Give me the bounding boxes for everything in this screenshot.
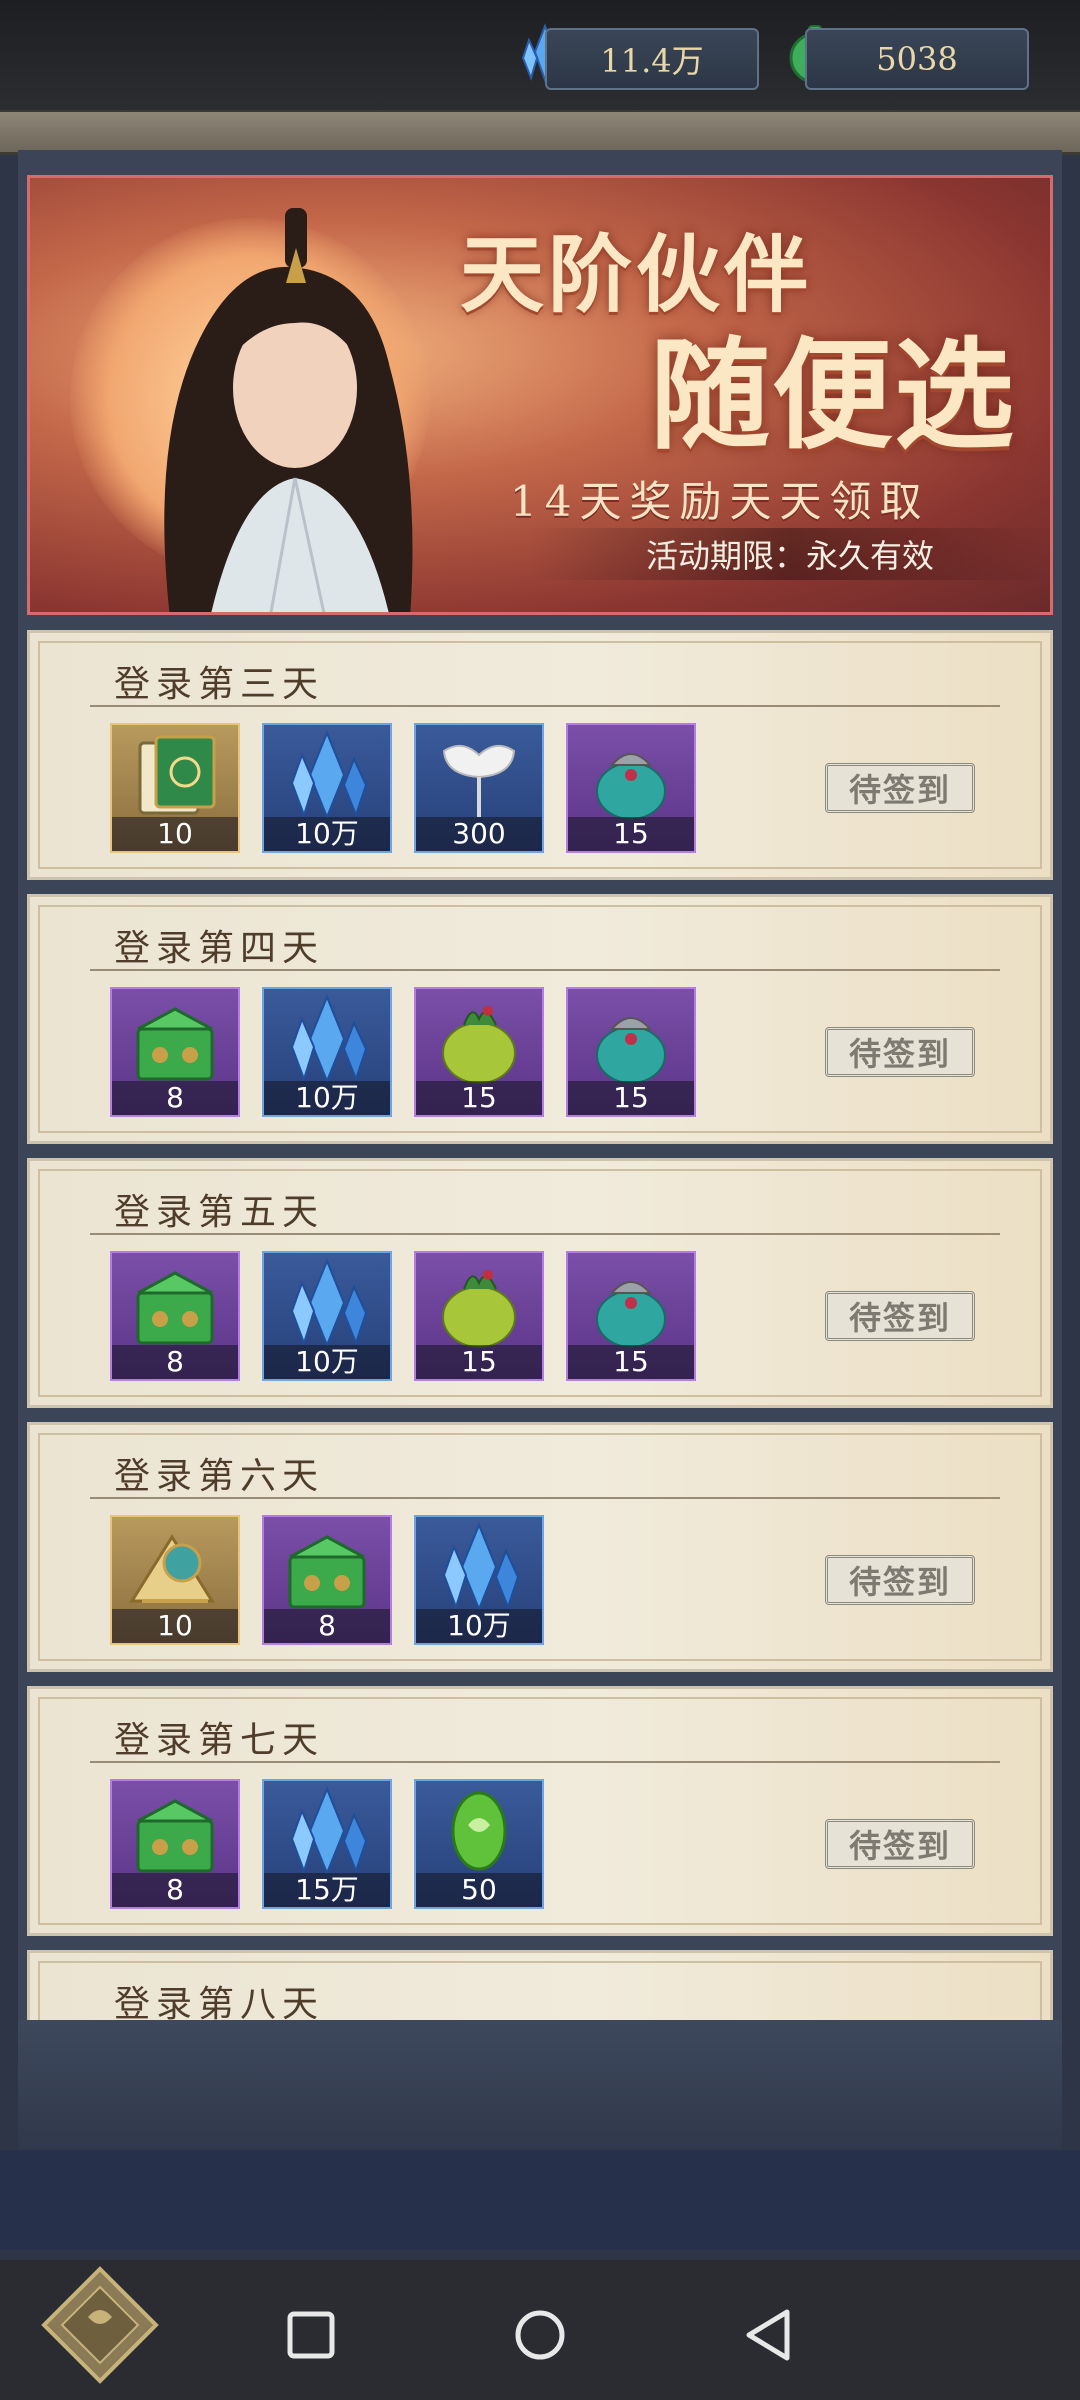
day-divider xyxy=(90,1233,1000,1235)
day-title: 登录第五天 xyxy=(114,1192,325,1233)
jade-currency-value: 5038 xyxy=(805,28,1029,90)
blue-crystal-icon xyxy=(290,1786,368,1876)
reward-item[interactable]: 10万 xyxy=(414,1515,544,1645)
square-recent-apps-icon[interactable] xyxy=(276,2300,346,2370)
reward-item[interactable]: 8 xyxy=(262,1515,392,1645)
day-card: 登录第三天 10 10万 300 15 待签到 xyxy=(27,630,1053,880)
reward-item[interactable]: 15 xyxy=(414,1251,544,1381)
reward-quantity: 15 xyxy=(568,817,694,851)
reward-quantity: 50 xyxy=(416,1873,542,1907)
circle-home-icon[interactable] xyxy=(505,2300,575,2370)
banner-title-line2: 随便选 xyxy=(650,325,1016,466)
reward-quantity: 8 xyxy=(112,1873,238,1907)
day-card: 登录第七天 8 15万 50 待签到 xyxy=(27,1686,1053,1936)
jade-book-icon xyxy=(138,735,216,815)
corner-menu-icon[interactable] xyxy=(40,2265,160,2385)
reward-item[interactable]: 50 xyxy=(414,1779,544,1909)
reward-item[interactable]: 10万 xyxy=(262,723,392,853)
triangle-back-icon[interactable] xyxy=(735,2300,805,2370)
reward-item[interactable]: 15 xyxy=(566,1251,696,1381)
reward-item[interactable]: 15 xyxy=(414,987,544,1117)
day-card: 登录第四天 8 10万 15 15 待签到 xyxy=(27,894,1053,1144)
reward-quantity: 15 xyxy=(568,1081,694,1115)
pending-sign-in-button[interactable]: 待签到 xyxy=(825,1027,975,1077)
reward-quantity: 15 xyxy=(416,1081,542,1115)
reward-quantity: 10万 xyxy=(264,817,390,851)
green-jade-egg-icon xyxy=(451,1791,507,1871)
reward-item[interactable]: 10 xyxy=(110,1515,240,1645)
green-herb-pouch-icon xyxy=(442,1006,516,1084)
day-title: 登录第六天 xyxy=(114,1456,325,1497)
list-bottom-fade xyxy=(18,2020,1062,2160)
bottom-wave-decor xyxy=(0,2150,1080,2250)
blue-crystal-icon xyxy=(290,994,368,1084)
blue-crystal-icon xyxy=(290,730,368,820)
teal-pouch-icon xyxy=(596,753,666,820)
banner-event-period: 活动期限：永久有效 xyxy=(530,528,1050,580)
top-decor-strip xyxy=(0,110,1080,155)
crystal-currency-value: 11.4万 xyxy=(545,28,759,90)
pending-sign-in-button[interactable]: 待签到 xyxy=(825,1555,975,1605)
blue-crystal-icon xyxy=(442,1522,520,1612)
day-title: 登录第七天 xyxy=(114,1720,325,1761)
day-card: 登录第六天 10 8 10万 待签到 xyxy=(27,1422,1053,1672)
daily-login-list[interactable]: 登录第三天 10 10万 300 15 待签到 登录第四天 8 10万 15 15 待签到 登录第五天 8… xyxy=(27,630,1053,2030)
reward-item[interactable]: 15 xyxy=(566,987,696,1117)
day-card: 登录第五天 8 10万 15 15 待签到 xyxy=(27,1158,1053,1408)
pending-sign-in-button[interactable]: 待签到 xyxy=(825,1819,975,1869)
reward-quantity: 15 xyxy=(568,1345,694,1379)
ginkgo-leaf-icon xyxy=(442,744,516,817)
reward-item[interactable]: 8 xyxy=(110,987,240,1117)
green-chest-icon xyxy=(136,1799,214,1873)
reward-quantity: 8 xyxy=(112,1081,238,1115)
reward-item[interactable]: 8 xyxy=(110,1779,240,1909)
hero-portrait-icon xyxy=(164,208,413,612)
green-chest-icon xyxy=(136,1007,214,1081)
blue-crystal-icon xyxy=(290,1258,368,1348)
day-title: 登录第三天 xyxy=(114,664,325,705)
green-chest-icon xyxy=(288,1535,366,1609)
reward-quantity: 10万 xyxy=(264,1081,390,1115)
reward-item[interactable]: 300 xyxy=(414,723,544,853)
pending-sign-in-button[interactable]: 待签到 xyxy=(825,763,975,813)
reward-quantity: 15万 xyxy=(264,1873,390,1907)
reward-quantity: 300 xyxy=(416,817,542,851)
day-divider xyxy=(90,705,1000,707)
reward-quantity: 10 xyxy=(112,817,238,851)
day-divider xyxy=(90,1497,1000,1499)
pending-sign-in-button[interactable]: 待签到 xyxy=(825,1291,975,1341)
banner-subtitle: 14天奖励天天领取 xyxy=(510,477,930,526)
reward-item[interactable]: 10万 xyxy=(262,987,392,1117)
reward-item[interactable]: 10万 xyxy=(262,1251,392,1381)
reward-quantity: 15 xyxy=(416,1345,542,1379)
reward-item[interactable]: 15万 xyxy=(262,1779,392,1909)
teal-pouch-icon xyxy=(596,1281,666,1348)
green-chest-icon xyxy=(136,1271,214,1345)
reward-quantity: 10 xyxy=(112,1609,238,1643)
reward-quantity: 8 xyxy=(264,1609,390,1643)
day-title: 登录第四天 xyxy=(114,928,325,969)
day-divider xyxy=(90,969,1000,971)
reward-quantity: 10万 xyxy=(416,1609,542,1643)
day-divider xyxy=(90,1761,1000,1763)
reward-item[interactable]: 10 xyxy=(110,723,240,853)
reward-quantity: 8 xyxy=(112,1345,238,1379)
golden-scroll-icon xyxy=(129,1534,215,1603)
green-herb-pouch-icon xyxy=(442,1270,516,1348)
day-card: 登录第八天 xyxy=(27,1950,1053,2030)
event-banner: 天阶伙伴 随便选 14天奖励天天领取 活动期限：永久有效 xyxy=(27,175,1053,615)
teal-pouch-icon xyxy=(596,1017,666,1084)
reward-item[interactable]: 8 xyxy=(110,1251,240,1381)
reward-quantity: 10万 xyxy=(264,1345,390,1379)
reward-item[interactable]: 15 xyxy=(566,723,696,853)
